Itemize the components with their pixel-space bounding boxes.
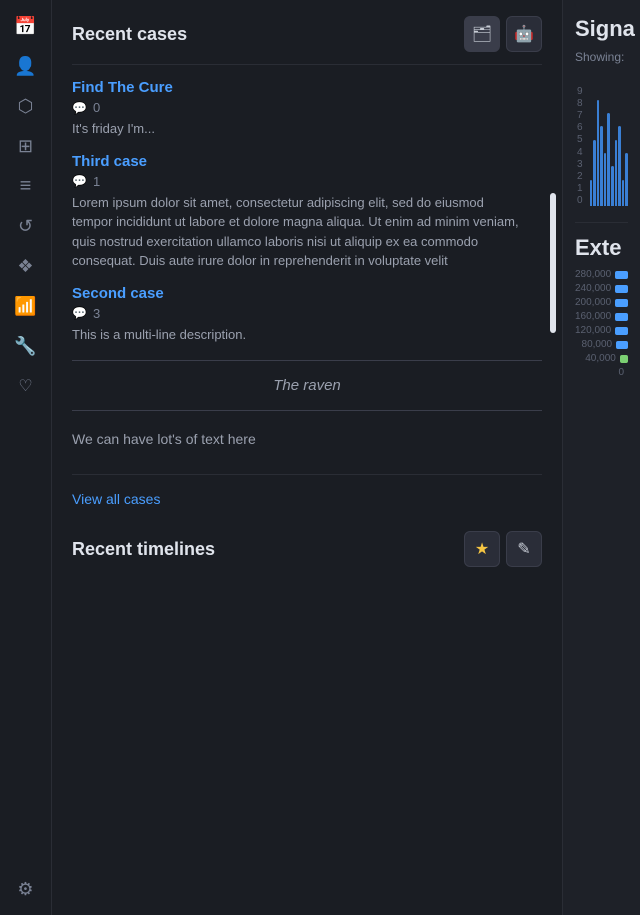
case-description: Lorem ipsum dolor sit amet, consectetur … — [72, 193, 526, 271]
chart-bar — [600, 126, 603, 206]
refresh-icon[interactable]: ↺ — [8, 208, 44, 244]
external-section: Exte 280,000 240,000 200,000 160,000 — [575, 222, 628, 378]
ext-bar-row: 200,000 — [575, 297, 628, 308]
raven-text: We can have lot's of text here — [72, 421, 542, 458]
signal-title: Signa — [575, 16, 628, 42]
network-icon[interactable]: ⬡ — [8, 88, 44, 124]
recent-cases-header: Recent cases 🗂 🤖 — [72, 16, 542, 52]
signal-subtitle: Showing: — [575, 50, 628, 64]
scrollbar-track — [550, 193, 556, 271]
ext-bar — [615, 327, 628, 335]
star-icon: ★ — [475, 539, 489, 559]
ext-bar — [615, 299, 628, 307]
view-all-cases-link[interactable]: View all cases — [72, 491, 160, 507]
star-button[interactable]: ★ — [464, 531, 500, 567]
chart-bar — [611, 166, 614, 206]
case-meta: 💬 0 — [72, 100, 542, 115]
chart-bar — [604, 153, 607, 206]
case-item: Second case 💬 3 This is a multi-line des… — [72, 285, 542, 345]
nodes-icon[interactable]: ❖ — [8, 248, 44, 284]
comment-count: 3 — [93, 306, 100, 321]
ext-bar-row: 160,000 — [575, 311, 628, 322]
ext-bar-row: 280,000 — [575, 269, 628, 280]
case-meta: 💬 3 — [72, 306, 542, 321]
ext-label: 80,000 — [575, 339, 612, 350]
timelines-actions: ★ ✎ — [464, 531, 542, 567]
bottom-divider — [72, 474, 542, 475]
raven-top-divider — [72, 360, 542, 361]
edit-icon: ✎ — [517, 539, 530, 559]
case-title[interactable]: Third case — [72, 153, 542, 170]
case-title[interactable]: Second case — [72, 285, 542, 302]
raven-title: The raven — [72, 371, 542, 400]
chart-bar — [618, 126, 621, 206]
center-panel: Recent cases 🗂 🤖 Find The Cure 💬 0 It's … — [52, 0, 562, 915]
chart-bar — [593, 140, 596, 206]
ext-bar — [620, 355, 628, 363]
ext-label: 280,000 — [575, 269, 611, 280]
robot-icon: 🤖 — [514, 24, 534, 44]
heart-icon[interactable]: ♡ — [8, 368, 44, 404]
archive-icon: 🗂 — [472, 24, 492, 44]
ext-bar — [616, 341, 628, 349]
archive-button[interactable]: 🗂 — [464, 16, 500, 52]
recent-cases-actions: 🗂 🤖 — [464, 16, 542, 52]
case-title[interactable]: Find The Cure — [72, 79, 542, 96]
case-item: Third case 💬 1 Lorem ipsum dolor sit ame… — [72, 153, 542, 271]
ext-bar-row: 120,000 — [575, 325, 628, 336]
case-description: This is a multi-line description. — [72, 325, 542, 345]
ext-label: 40,000 — [575, 353, 616, 364]
external-chart: 280,000 240,000 200,000 160,000 120,000 — [575, 269, 628, 378]
chart-bar — [625, 153, 628, 206]
recent-timelines-title: Recent timelines — [72, 539, 215, 560]
calendar-icon[interactable]: 📅 — [8, 8, 44, 44]
main-content: Recent cases 🗂 🤖 Find The Cure 💬 0 It's … — [52, 0, 640, 915]
ext-bar-row: 240,000 — [575, 283, 628, 294]
external-title: Exte — [575, 235, 628, 261]
raven-bottom-divider — [72, 410, 542, 411]
list-icon[interactable]: ≡ — [8, 168, 44, 204]
ext-label: 200,000 — [575, 297, 611, 308]
ext-bar — [615, 313, 628, 321]
ext-label: 240,000 — [575, 283, 611, 294]
ext-bar-row: 0 — [575, 367, 628, 378]
chart-bar — [622, 180, 625, 206]
layers-icon[interactable]: ⊞ — [8, 128, 44, 164]
comment-count: 1 — [93, 174, 100, 189]
recent-cases-title: Recent cases — [72, 24, 187, 45]
recent-timelines-header: Recent timelines ★ ✎ — [72, 531, 542, 567]
case-meta: 💬 1 — [72, 174, 542, 189]
signal-section: Signa Showing: 0 1 2 3 4 5 6 7 8 9 — [575, 16, 628, 206]
signal-icon[interactable]: 📶 — [8, 288, 44, 324]
comment-icon: 💬 — [72, 174, 87, 188]
edit-button[interactable]: ✎ — [506, 531, 542, 567]
settings-icon[interactable]: ⚙ — [8, 871, 44, 907]
ext-label: 120,000 — [575, 325, 611, 336]
chart-bar — [590, 180, 593, 206]
ext-bar — [615, 271, 628, 279]
scrollbar-thumb[interactable] — [550, 193, 556, 333]
ext-label: 160,000 — [575, 311, 611, 322]
comment-icon: 💬 — [72, 101, 87, 115]
raven-section: The raven We can have lot's of text here — [72, 360, 542, 458]
top-divider — [72, 64, 542, 65]
chart-y-labels: 0 1 2 3 4 5 6 7 8 9 — [575, 86, 585, 206]
ext-bar — [615, 285, 628, 293]
chart-bar — [615, 140, 618, 206]
case-item: Find The Cure 💬 0 It's friday I'm... — [72, 79, 542, 139]
robot-button[interactable]: 🤖 — [506, 16, 542, 52]
tool-icon[interactable]: 🔧 — [8, 328, 44, 364]
case-description: It's friday I'm... — [72, 119, 542, 139]
ext-label: 0 — [575, 367, 624, 378]
sidebar: 📅 👤 ⬡ ⊞ ≡ ↺ ❖ 📶 🔧 ♡ ⚙ — [0, 0, 52, 915]
ext-bar-row: 80,000 — [575, 339, 628, 350]
ext-bar-row: 40,000 — [575, 353, 628, 364]
comment-count: 0 — [93, 100, 100, 115]
chart-bar — [597, 100, 600, 206]
comment-icon: 💬 — [72, 306, 87, 320]
person-icon[interactable]: 👤 — [8, 48, 44, 84]
chart-bar — [607, 113, 610, 206]
right-panel: Signa Showing: 0 1 2 3 4 5 6 7 8 9 — [562, 0, 640, 915]
signal-chart: 0 1 2 3 4 5 6 7 8 9 — [575, 76, 628, 206]
